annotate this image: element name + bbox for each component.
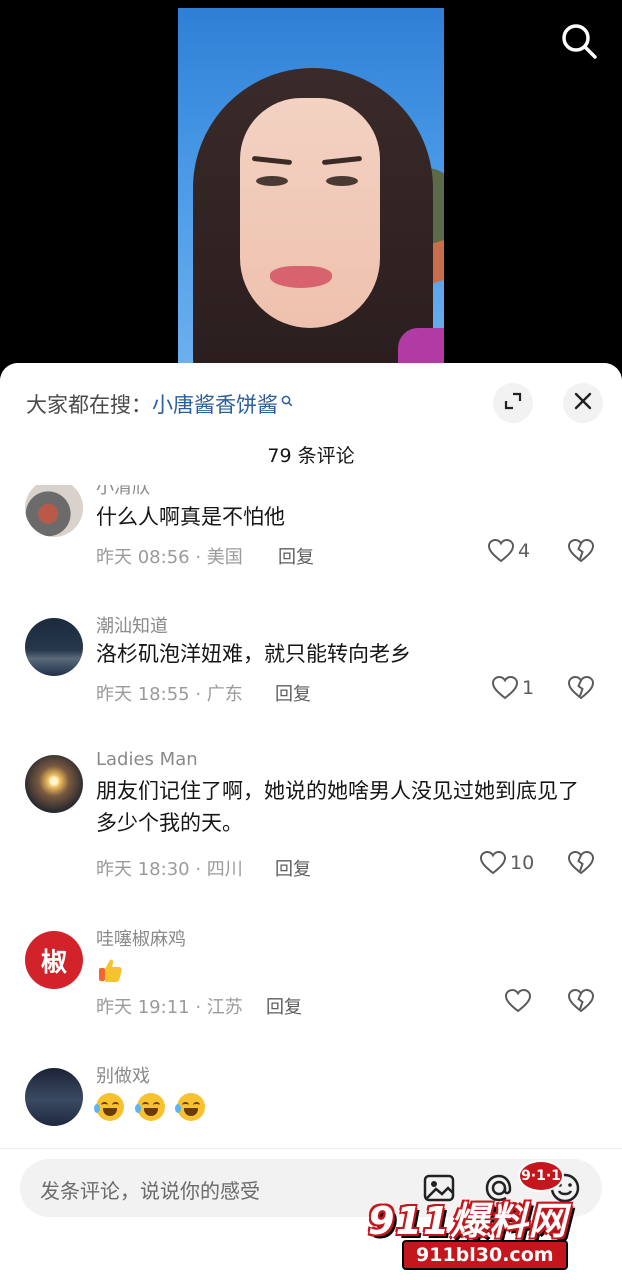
heart-icon: [488, 539, 514, 563]
comment-username[interactable]: 潮汕知道: [96, 612, 168, 638]
like-button[interactable]: 1: [492, 676, 534, 700]
watermark-url: 911bl30.com: [402, 1240, 568, 1270]
comment-username[interactable]: Ladies Man: [96, 749, 198, 770]
avatar[interactable]: [25, 755, 83, 813]
sheet-header: 大家都在搜： 小唐酱香饼酱 79 条评论: [0, 363, 622, 485]
heart-icon: [492, 676, 518, 700]
video-player[interactable]: [0, 0, 622, 378]
left-eye: [256, 176, 288, 186]
like-button[interactable]: [505, 989, 535, 1013]
hot-search-term[interactable]: 小唐酱香饼酱: [152, 389, 278, 419]
comment-emoji-row: [94, 1090, 596, 1122]
dislike-button[interactable]: [567, 988, 595, 1017]
close-icon: [573, 391, 593, 415]
broken-heart-icon: [567, 850, 595, 875]
hot-search[interactable]: 大家都在搜： 小唐酱香饼酱: [26, 389, 293, 419]
watermark-logo: 9·1·1 911爆料网 911bl30.com: [358, 1160, 614, 1275]
heart-icon: [505, 989, 531, 1013]
avatar[interactable]: [25, 1068, 83, 1126]
comment-username[interactable]: 小清欣: [96, 485, 150, 499]
lips: [270, 266, 332, 288]
comment-username[interactable]: 哇噻椒麻鸡: [96, 925, 186, 951]
reply-button[interactable]: 回复: [275, 855, 311, 881]
avatar[interactable]: 椒: [25, 931, 83, 989]
comment-meta: 昨天 08:56 · 美国: [96, 547, 243, 568]
comment-count-title: 79 条评论: [267, 445, 355, 467]
tears-of-joy-emoji: [94, 1093, 124, 1121]
watermark-badge: 9·1·1: [518, 1160, 564, 1192]
reply-button[interactable]: 回复: [275, 680, 311, 706]
reply-button[interactable]: 回复: [266, 993, 302, 1019]
comment-input-placeholder: 发条评论，说说你的感受: [40, 1179, 260, 1203]
tears-of-joy-emoji: [134, 1093, 165, 1121]
comment-list[interactable]: 小清欣 什么人啊真是不怕他 昨天 08:56 · 美国 回复 4 潮汕知道 洛杉…: [0, 485, 622, 1147]
avatar[interactable]: [25, 618, 83, 676]
reply-button[interactable]: 回复: [278, 543, 314, 569]
close-button[interactable]: [563, 383, 603, 423]
search-icon[interactable]: [560, 22, 598, 60]
right-eye: [326, 176, 358, 186]
hot-search-label: 大家都在搜：: [26, 393, 152, 417]
dislike-button[interactable]: [567, 850, 595, 879]
watermark-main: 911爆料网: [368, 1199, 568, 1243]
avatar[interactable]: [25, 485, 83, 537]
comment-meta: 昨天 18:55 · 广东: [96, 684, 243, 705]
video-frame[interactable]: [178, 8, 444, 378]
comment-text: 洛杉矶泡洋妞难，就只能转向老乡: [96, 642, 411, 666]
tears-of-joy-emoji: [175, 1093, 206, 1121]
like-count: 1: [522, 677, 535, 699]
like-count: 10: [510, 852, 535, 874]
broken-heart-icon: [567, 538, 595, 563]
dislike-button[interactable]: [567, 538, 595, 567]
thumbs-up-emoji: [96, 956, 124, 984]
avatar-text: 椒: [40, 947, 67, 978]
like-count: 4: [518, 540, 531, 562]
like-button[interactable]: 4: [488, 539, 530, 563]
small-search-icon: [281, 388, 293, 412]
comment-emoji-row: [96, 953, 596, 985]
person-face: [240, 98, 380, 328]
heart-icon: [480, 851, 506, 875]
like-button[interactable]: 10: [480, 851, 534, 875]
comments-sheet: 大家都在搜： 小唐酱香饼酱 79 条评论 小清欣 什么人啊真是不怕他 昨天 08…: [0, 363, 622, 1280]
expand-icon: [502, 390, 524, 416]
comment-text: 朋友们记住了啊，她说的她啥男人没见过她到底见了多少个我的天。: [96, 779, 579, 835]
dislike-button[interactable]: [567, 675, 595, 704]
broken-heart-icon: [567, 675, 595, 700]
comment-username[interactable]: 别做戏: [96, 1062, 150, 1088]
expand-button[interactable]: [493, 383, 533, 423]
broken-heart-icon: [567, 988, 595, 1013]
comment-meta: 昨天 18:30 · 四川: [96, 859, 243, 880]
comment-meta: 昨天 19:11 · 江苏: [96, 997, 243, 1018]
comment-text: 什么人啊真是不怕他: [96, 505, 285, 529]
